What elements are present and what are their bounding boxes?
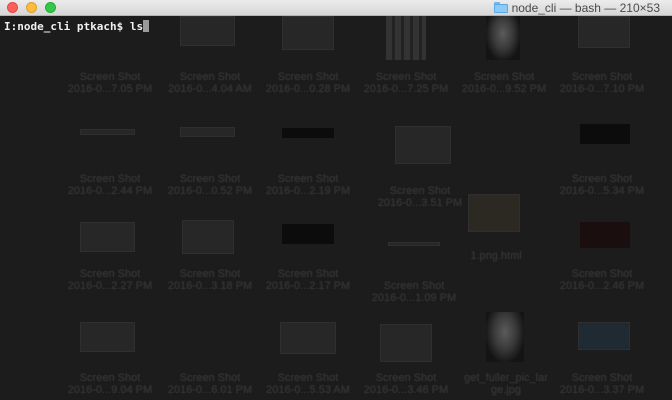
- folder-icon: [493, 2, 508, 13]
- title-bar[interactable]: node_cli — bash — 210×53: [0, 0, 672, 16]
- shell-prompt: I:node_cli ptkach$: [4, 20, 130, 33]
- terminal-window: node_cli — bash — 210×53 Screen Shot 2016…: [0, 0, 672, 400]
- terminal-content[interactable]: I:node_cli ptkach$ ls: [0, 16, 672, 400]
- window-title-text: node_cli — bash — 210×53: [511, 1, 660, 15]
- window-title: node_cli — bash — 210×53: [493, 1, 660, 15]
- close-window-button[interactable]: [7, 2, 18, 13]
- text-cursor: [143, 20, 150, 32]
- typed-command: ls: [129, 20, 144, 33]
- command-line[interactable]: I:node_cli ptkach$ ls: [4, 20, 150, 33]
- zoom-window-button[interactable]: [45, 2, 56, 13]
- minimize-window-button[interactable]: [26, 2, 37, 13]
